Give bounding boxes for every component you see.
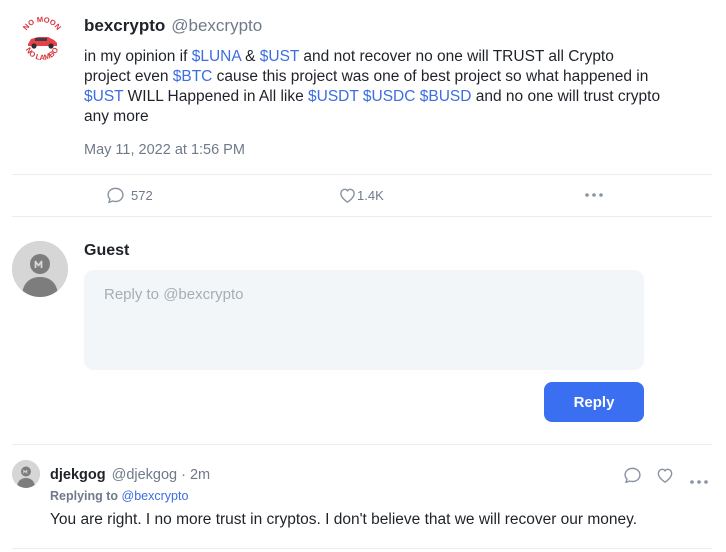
guest-avatar-icon	[12, 241, 68, 297]
comment-time: · 2m	[177, 467, 211, 483]
comment-item: djekgog @djekgog · 2m Replying to @bexcry…	[0, 446, 726, 550]
like-button[interactable]: 1.4K	[338, 186, 384, 205]
cashtag-link[interactable]: $BUSD	[420, 88, 472, 105]
commenter-handle[interactable]: @djekgog	[112, 467, 178, 483]
post-actions: 572 1.4K	[0, 176, 726, 216]
cashtag-link[interactable]: $LUNA	[192, 48, 241, 65]
guest-name: Guest	[84, 242, 130, 259]
author-handle[interactable]: @bexcrypto	[171, 16, 262, 35]
no-moon-no-lambo-logo: NO MOON NO LAMBO	[21, 15, 63, 62]
comment-reply-button[interactable]	[623, 466, 642, 490]
comment-count: 572	[131, 188, 153, 203]
comment-button[interactable]: 572	[106, 186, 153, 205]
svg-text:NO MOON: NO MOON	[21, 16, 63, 32]
post-body: in my opinion if $LUNA & $UST and not re…	[84, 47, 664, 127]
post-text: &	[240, 48, 260, 65]
post-text: cause this project was one of best proje…	[212, 68, 649, 85]
comment-icon	[107, 187, 124, 204]
comment-text: You are right. I no more trust in crypto…	[50, 511, 638, 528]
more-icon	[585, 193, 603, 197]
divider	[12, 444, 712, 445]
heart-icon	[340, 188, 355, 203]
commenter-name[interactable]: djekgog	[50, 467, 106, 483]
reply-button[interactable]: Reply	[544, 382, 644, 422]
replying-label: Replying to	[50, 489, 122, 503]
divider	[12, 548, 712, 549]
more-button[interactable]	[584, 192, 604, 198]
guest-avatar	[12, 241, 68, 297]
cashtag-link[interactable]: $UST	[260, 48, 299, 65]
post-text: in my opinion if	[84, 48, 192, 65]
like-count: 1.4K	[357, 188, 384, 203]
replying-to-handle[interactable]: @bexcrypto	[122, 489, 189, 503]
comment-header: djekgog @djekgog · 2m	[50, 467, 210, 483]
post-text: WILL Happened in All like	[123, 88, 309, 105]
divider	[12, 174, 712, 175]
post-header: bexcrypto @bexcrypto	[84, 16, 262, 36]
post-date: May 11, 2022 at 1:56 PM	[84, 142, 245, 158]
reply-input[interactable]	[84, 270, 644, 370]
comment-more-button[interactable]	[689, 472, 709, 490]
author-avatar[interactable]: NO MOON NO LAMBO	[18, 15, 66, 64]
replying-to: Replying to @bexcrypto	[50, 489, 188, 503]
cashtag-link[interactable]: $USDT	[308, 88, 359, 105]
heart-icon	[657, 468, 673, 483]
commenter-avatar[interactable]	[12, 460, 40, 488]
cashtag-link[interactable]: $USDC	[363, 88, 416, 105]
more-icon	[690, 480, 708, 484]
cashtag-link[interactable]: $BTC	[173, 68, 213, 85]
divider	[12, 216, 712, 217]
svg-text:NO LAMBO: NO LAMBO	[24, 46, 61, 62]
comment-icon	[624, 467, 641, 484]
author-name[interactable]: bexcrypto	[84, 16, 165, 35]
comment-like-button[interactable]	[655, 466, 675, 490]
user-avatar-icon	[12, 460, 40, 488]
cashtag-link[interactable]: $UST	[84, 88, 123, 105]
